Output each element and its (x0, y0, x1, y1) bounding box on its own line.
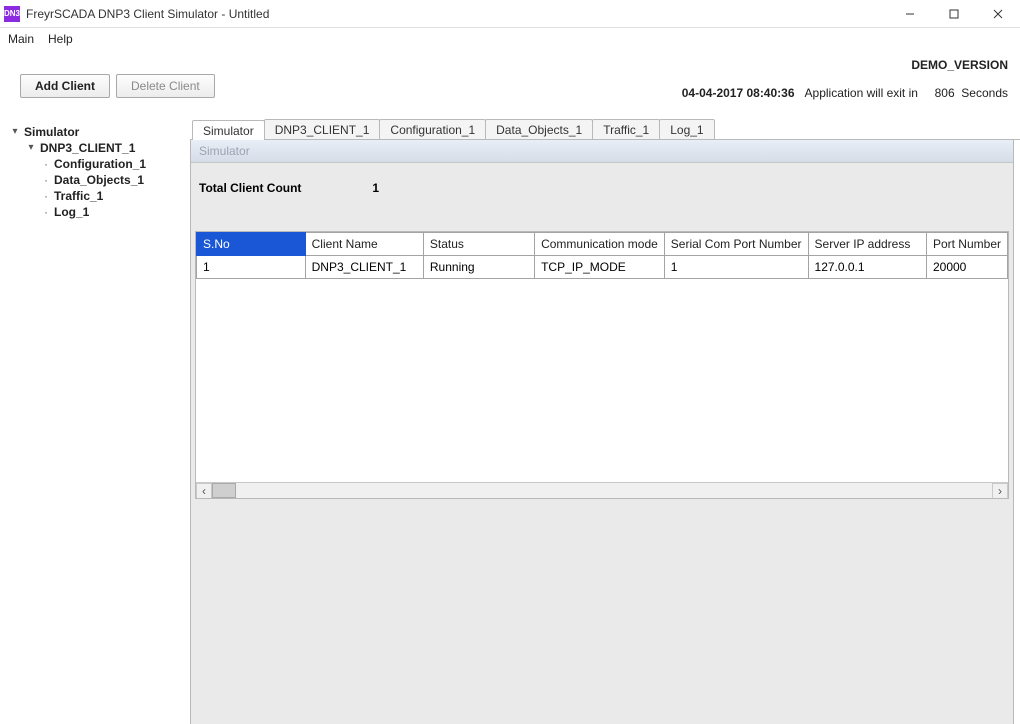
menu-help[interactable]: Help (48, 32, 73, 46)
status-exit-seconds: 806 (935, 86, 955, 100)
tree-client-label: DNP3_CLIENT_1 (40, 140, 135, 156)
tree-client[interactable]: ▾ DNP3_CLIENT_1 (10, 140, 186, 156)
bullet-icon: · (44, 188, 48, 204)
cell-sno: 1 (197, 256, 306, 279)
section-inner: Total Client Count 1 S.No Client Name St… (191, 163, 1013, 724)
cell-server-ip: 127.0.0.1 (808, 256, 926, 279)
tree-config-label: Configuration_1 (54, 156, 146, 172)
status-version: DEMO_VERSION (911, 58, 1008, 72)
tree-config[interactable]: · Configuration_1 (10, 156, 186, 172)
col-header-client-name[interactable]: Client Name (305, 233, 423, 256)
bullet-icon: · (44, 204, 48, 220)
horizontal-scrollbar[interactable]: ‹ › (196, 482, 1008, 498)
tree-root-label: Simulator (24, 124, 79, 140)
tree-data-objects-label: Data_Objects_1 (54, 172, 144, 188)
cell-client-name: DNP3_CLIENT_1 (305, 256, 423, 279)
col-header-sno[interactable]: S.No (197, 233, 306, 256)
window-title: FreyrSCADA DNP3 Client Simulator - Untit… (26, 7, 888, 21)
tree-traffic-label: Traffic_1 (54, 188, 103, 204)
scroll-track[interactable] (212, 483, 992, 498)
total-client-count-label: Total Client Count (199, 181, 369, 195)
tab-configuration-1[interactable]: Configuration_1 (379, 119, 486, 139)
scroll-right-arrow-icon[interactable]: › (992, 483, 1008, 499)
menu-main[interactable]: Main (8, 32, 34, 46)
tree-panel: ▾ Simulator ▾ DNP3_CLIENT_1 · Configurat… (0, 118, 190, 724)
cell-port-number: 20000 (926, 256, 1007, 279)
cell-comm-mode: TCP_IP_MODE (535, 256, 665, 279)
tab-body: Simulator Total Client Count 1 S.No Clie… (190, 140, 1014, 724)
add-client-button[interactable]: Add Client (20, 74, 110, 98)
window-controls (888, 0, 1020, 27)
status-block: DEMO_VERSION 04-04-2017 08:40:36 Applica… (662, 58, 1008, 114)
clients-grid: S.No Client Name Status Communication mo… (195, 231, 1009, 499)
bullet-icon: · (44, 172, 48, 188)
tab-data-objects-1[interactable]: Data_Objects_1 (485, 119, 593, 139)
app-icon: DN3 (4, 6, 20, 22)
cell-serial-port: 1 (664, 256, 808, 279)
menu-bar: Main Help (0, 28, 1020, 50)
tree-log[interactable]: · Log_1 (10, 204, 186, 220)
tab-dnp3-client-1[interactable]: DNP3_CLIENT_1 (264, 119, 381, 139)
status-exit-suffix: Seconds (961, 86, 1008, 100)
chevron-down-icon[interactable]: ▾ (10, 124, 20, 140)
maximize-button[interactable] (932, 0, 976, 27)
content-panel: Simulator DNP3_CLIENT_1 Configuration_1 … (190, 118, 1020, 724)
tree-root[interactable]: ▾ Simulator (10, 124, 186, 140)
col-header-port-number[interactable]: Port Number (926, 233, 1007, 256)
tree-log-label: Log_1 (54, 204, 89, 220)
tab-strip: Simulator DNP3_CLIENT_1 Configuration_1 … (190, 118, 1020, 140)
toolbar: Add Client Delete Client DEMO_VERSION 04… (0, 50, 1020, 118)
total-client-count-value: 1 (372, 181, 379, 195)
table-header-row: S.No Client Name Status Communication mo… (197, 233, 1008, 256)
col-header-server-ip[interactable]: Server IP address (808, 233, 926, 256)
delete-client-button[interactable]: Delete Client (116, 74, 215, 98)
chevron-down-icon[interactable]: ▾ (26, 140, 36, 156)
scroll-left-arrow-icon[interactable]: ‹ (196, 483, 212, 499)
main-area: ▾ Simulator ▾ DNP3_CLIENT_1 · Configurat… (0, 118, 1020, 724)
tree-data-objects[interactable]: · Data_Objects_1 (10, 172, 186, 188)
total-client-count-row: Total Client Count 1 (191, 181, 1013, 231)
cell-status: Running (423, 256, 534, 279)
bullet-icon: · (44, 156, 48, 172)
col-header-status[interactable]: Status (423, 233, 534, 256)
col-header-comm-mode[interactable]: Communication mode (535, 233, 665, 256)
status-datetime: 04-04-2017 08:40:36 (682, 86, 795, 100)
minimize-button[interactable] (888, 0, 932, 27)
scroll-thumb[interactable] (212, 483, 236, 498)
col-header-serial-port[interactable]: Serial Com Port Number (664, 233, 808, 256)
status-exit-prefix: Application will exit in (805, 86, 918, 100)
tree-traffic[interactable]: · Traffic_1 (10, 188, 186, 204)
section-header: Simulator (191, 140, 1013, 163)
close-button[interactable] (976, 0, 1020, 27)
title-bar: DN3 FreyrSCADA DNP3 Client Simulator - U… (0, 0, 1020, 28)
tab-log-1[interactable]: Log_1 (659, 119, 714, 139)
table-row[interactable]: 1 DNP3_CLIENT_1 Running TCP_IP_MODE 1 12… (197, 256, 1008, 279)
clients-table: S.No Client Name Status Communication mo… (196, 232, 1008, 279)
tab-traffic-1[interactable]: Traffic_1 (592, 119, 660, 139)
tab-simulator[interactable]: Simulator (192, 120, 265, 140)
